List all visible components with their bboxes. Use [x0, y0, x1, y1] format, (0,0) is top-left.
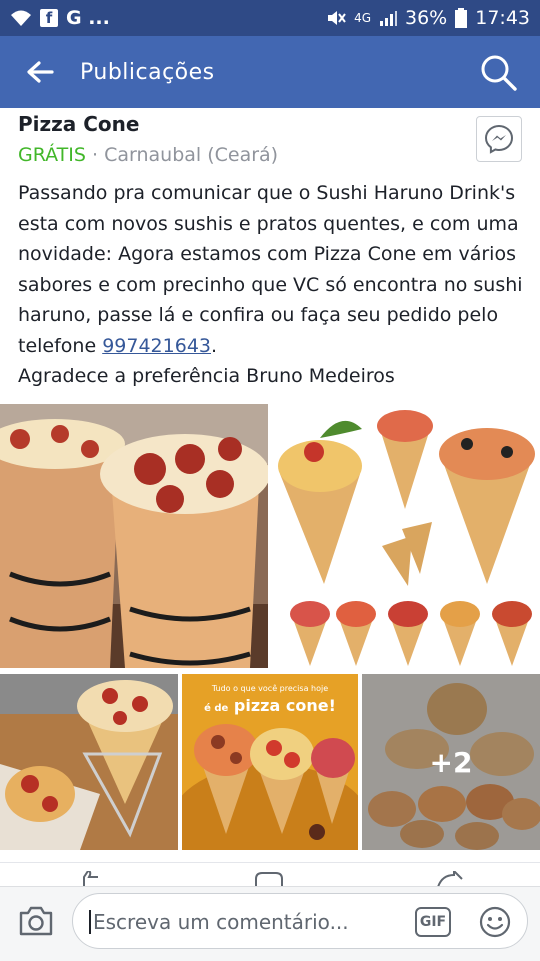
pizza-cones-photo — [0, 404, 268, 668]
post-body: Passando pra comunicar que o Sushi Harun… — [18, 178, 528, 392]
post-title: Pizza Cone — [18, 112, 140, 136]
battery-icon — [455, 8, 468, 28]
emoji-icon[interactable] — [479, 906, 511, 938]
action-row — [0, 862, 540, 887]
battery-percent: 36% — [405, 7, 448, 29]
body-line: esta com novos sushis e pratos quentes, … — [18, 212, 519, 235]
photo-3[interactable] — [0, 674, 178, 850]
comment-input[interactable]: Escreva um comentário... GIF — [72, 893, 528, 949]
post-header: Pizza Cone GRÁTIS · Carnaubal (Ceará) — [18, 108, 522, 166]
arrow-left-icon — [27, 61, 54, 83]
body-line: haruno, passe lá e confira ou faça seu p… — [18, 304, 499, 326]
page-title: Publicações — [80, 59, 215, 85]
photo-5-more[interactable]: +2 — [362, 674, 540, 850]
phone-prefix: telefone — [18, 334, 103, 357]
body-line: novidade: Agora estamos com Pizza Cone e… — [18, 243, 516, 265]
photo-4-promo[interactable]: Tudo o que você precisa hoje é de pizza … — [182, 674, 358, 850]
price-label: GRÁTIS — [18, 144, 86, 166]
gif-label: GIF — [419, 914, 447, 930]
wifi-icon — [11, 10, 31, 26]
share-icon[interactable] — [436, 871, 464, 887]
body-line: telefone 997421643. — [18, 331, 528, 362]
photo-2[interactable] — [272, 404, 540, 668]
back-button[interactable] — [0, 36, 80, 108]
messenger-icon — [484, 124, 514, 154]
photo-1[interactable] — [0, 404, 268, 668]
like-icon[interactable] — [76, 871, 102, 887]
comment-bar: Escreva um comentário... GIF — [0, 886, 540, 961]
search-icon — [481, 55, 517, 91]
post-subtitle: GRÁTIS · Carnaubal (Ceará) — [18, 144, 522, 166]
messenger-button[interactable] — [476, 116, 522, 162]
promo-line-2: é de — [204, 703, 229, 714]
more-photos-overlay: +2 — [362, 674, 540, 850]
closing-line: Agradece a preferência Bruno Medeiros — [18, 365, 395, 387]
clock: 17:43 — [475, 7, 530, 29]
facebook-icon: f — [40, 9, 58, 27]
google-icon-label: G ... — [66, 7, 110, 29]
assorted-cones-photo — [278, 410, 535, 666]
cones-on-board-photo — [0, 674, 178, 850]
promo-line-1: Tudo o que você precisa hoje — [211, 684, 329, 693]
promo-line-3: pizza cone! — [233, 696, 336, 715]
body-line: sabores e com precinho que VC só encontr… — [18, 273, 523, 296]
more-count: +2 — [429, 745, 473, 779]
phone-link[interactable]: 997421643 — [102, 335, 211, 357]
mute-icon — [328, 11, 346, 25]
app-header: Publicações — [0, 36, 540, 108]
body-line: Passando pra comunicar que o Sushi Harun… — [18, 182, 516, 204]
separator: · — [85, 144, 105, 166]
search-button[interactable] — [478, 52, 518, 92]
phone-suffix: . — [211, 334, 218, 357]
status-bar: f G ... 4G 36% 17:43 — [0, 0, 540, 36]
location-label: Carnaubal (Ceará) — [104, 144, 279, 166]
comment-icon[interactable] — [254, 871, 284, 887]
network-label: 4G — [354, 11, 371, 25]
gif-button[interactable]: GIF — [415, 907, 451, 937]
comment-placeholder: Escreva um comentário... — [89, 910, 349, 934]
signal-icon — [380, 11, 397, 26]
camera-icon[interactable] — [18, 905, 54, 937]
